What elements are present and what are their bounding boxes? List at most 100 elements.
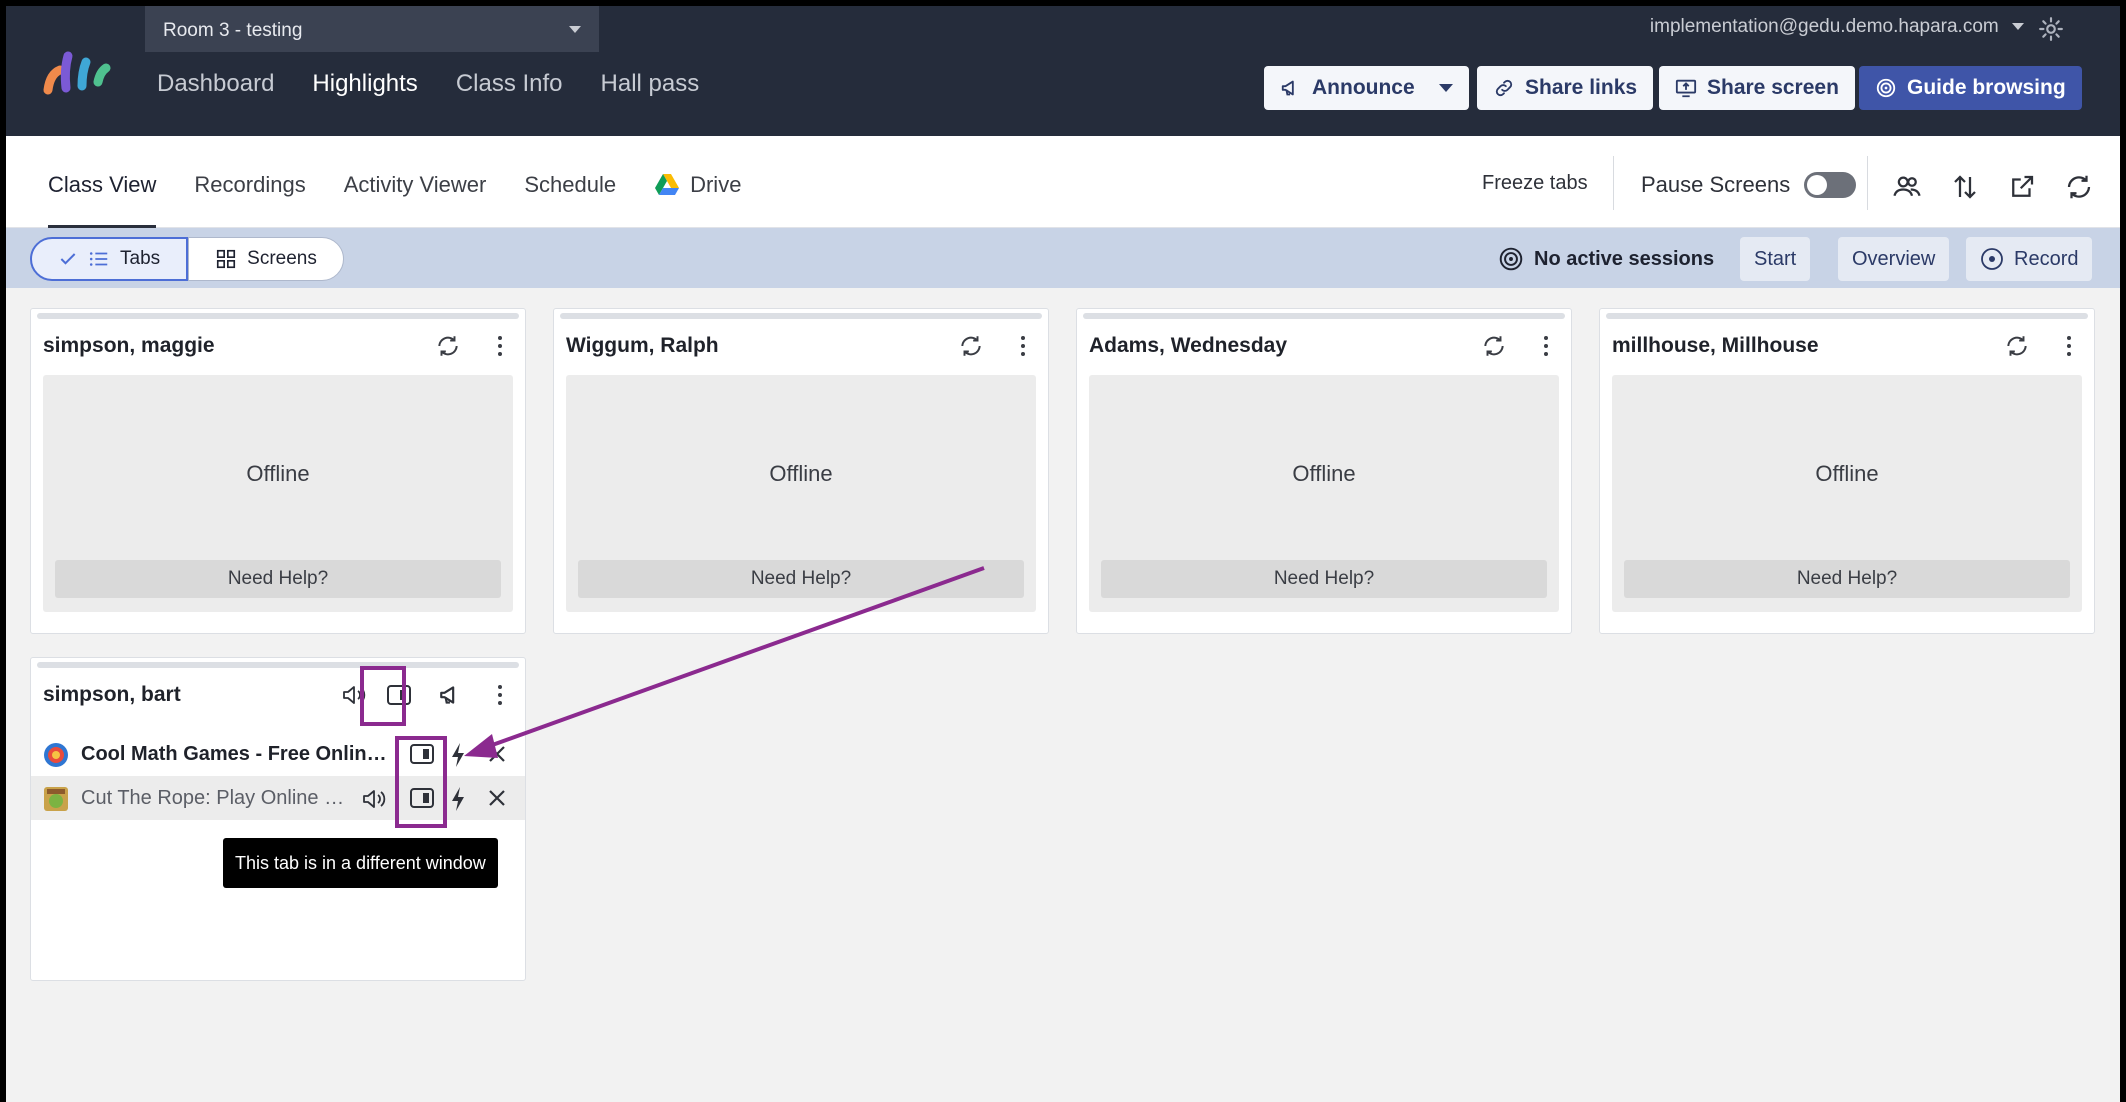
cool-math-favicon-icon bbox=[44, 743, 68, 767]
offline-status: Offline bbox=[246, 461, 310, 486]
freeze-tabs-button[interactable]: Freeze tabs bbox=[1482, 172, 1588, 195]
screen-preview: Offline Need Help? bbox=[566, 375, 1036, 612]
card-status-bar bbox=[560, 313, 1042, 319]
tabs-view-button[interactable]: Tabs bbox=[30, 237, 189, 281]
refresh-icon[interactable] bbox=[2004, 333, 2030, 359]
guide-browsing-button[interactable]: Guide browsing bbox=[1859, 66, 2082, 110]
pause-screens-toggle[interactable] bbox=[1804, 172, 1857, 198]
student-name[interactable]: simpson, maggie bbox=[43, 334, 215, 358]
session-status: No active sessions bbox=[1498, 246, 1714, 272]
tab-drive-label: Drive bbox=[690, 172, 742, 197]
cut-the-rope-favicon-icon bbox=[44, 787, 68, 811]
need-help-button[interactable]: Need Help? bbox=[1624, 560, 2070, 598]
tab-title[interactable]: Cool Math Games - Free Online Games bbox=[81, 743, 396, 766]
overview-label: Overview bbox=[1852, 247, 1936, 270]
start-label: Start bbox=[1754, 247, 1797, 270]
top-bar: Room 3 - testing Dashboard Highlights Cl… bbox=[6, 6, 2120, 136]
more-options-icon[interactable] bbox=[497, 335, 503, 357]
share-links-label: Share links bbox=[1525, 76, 1638, 99]
pause-screens-label: Pause Screens bbox=[1641, 172, 1791, 197]
student-name[interactable]: millhouse, Millhouse bbox=[1612, 334, 1819, 358]
speaker-icon[interactable] bbox=[361, 786, 389, 812]
tab-drive[interactable]: Drive bbox=[654, 172, 741, 228]
need-help-button[interactable]: Need Help? bbox=[1101, 560, 1547, 598]
share-links-button[interactable]: Share links bbox=[1477, 66, 1654, 110]
refresh-icon[interactable] bbox=[1481, 333, 1507, 359]
account-menu[interactable]: implementation@gedu.demo.hapara.com bbox=[1650, 16, 2024, 38]
screen-preview: Offline Need Help? bbox=[1612, 375, 2082, 612]
lightning-icon[interactable] bbox=[449, 786, 467, 812]
close-icon[interactable] bbox=[487, 788, 507, 808]
refresh-icon[interactable] bbox=[2064, 172, 2094, 202]
guide-browsing-label: Guide browsing bbox=[1907, 76, 2066, 99]
student-card: simpson, maggie Offline Need Help? bbox=[30, 308, 526, 634]
session-status-label: No active sessions bbox=[1534, 247, 1715, 270]
announce-button[interactable]: Announce bbox=[1264, 66, 1469, 110]
browser-tab-row[interactable]: Cool Math Games - Free Online Games bbox=[31, 732, 525, 776]
filter-bar: Tabs Screens No active sessions Start Ov… bbox=[6, 228, 2120, 288]
chevron-down-icon bbox=[569, 26, 581, 33]
megaphone-icon[interactable] bbox=[437, 682, 465, 708]
app-window: Room 3 - testing Dashboard Highlights Cl… bbox=[6, 6, 2120, 1102]
offline-status: Offline bbox=[1815, 461, 1879, 486]
browser-tab-row[interactable]: Cut The Rope: Play Online For Free bbox=[31, 776, 525, 820]
screen-preview: Offline Need Help? bbox=[43, 375, 513, 612]
nav-class-info[interactable]: Class Info bbox=[456, 70, 563, 98]
tab-schedule[interactable]: Schedule bbox=[524, 172, 616, 228]
record-button[interactable]: Record bbox=[1966, 237, 2093, 281]
student-name[interactable]: Wiggum, Ralph bbox=[566, 334, 719, 358]
more-options-icon[interactable] bbox=[1543, 335, 1549, 357]
record-label: Record bbox=[2014, 247, 2079, 270]
more-options-icon[interactable] bbox=[497, 684, 503, 706]
nav-hall-pass[interactable]: Hall pass bbox=[601, 70, 700, 98]
tabs-view-label: Tabs bbox=[120, 248, 161, 269]
student-card: Wiggum, Ralph Offline Need Help? bbox=[553, 308, 1049, 634]
offline-status: Offline bbox=[769, 461, 833, 486]
overview-button[interactable]: Overview bbox=[1838, 237, 1950, 281]
view-toggle: Tabs Screens bbox=[30, 237, 344, 281]
chevron-down-icon bbox=[2012, 23, 2024, 31]
chevron-down-icon bbox=[1438, 84, 1453, 92]
tab-class-view[interactable]: Class View bbox=[48, 172, 157, 228]
sort-icon[interactable] bbox=[1950, 172, 1980, 202]
view-tabs: Class View Recordings Activity Viewer Sc… bbox=[48, 172, 741, 228]
list-icon bbox=[89, 252, 108, 266]
main-nav: Dashboard Highlights Class Info Hall pas… bbox=[157, 70, 699, 98]
tab-activity-viewer[interactable]: Activity Viewer bbox=[344, 172, 487, 228]
tab-recordings[interactable]: Recordings bbox=[194, 172, 305, 228]
open-external-icon[interactable] bbox=[2007, 172, 2037, 202]
student-card: Adams, Wednesday Offline Need Help? bbox=[1076, 308, 1572, 634]
group-icon[interactable] bbox=[1892, 172, 1922, 202]
student-name[interactable]: Adams, Wednesday bbox=[1089, 334, 1287, 358]
link-icon bbox=[1495, 79, 1513, 97]
refresh-icon[interactable] bbox=[435, 333, 461, 359]
screens-view-button[interactable]: Screens bbox=[188, 237, 344, 281]
tooltip: This tab is in a different window bbox=[223, 838, 498, 888]
more-options-icon[interactable] bbox=[2066, 335, 2072, 357]
gear-icon[interactable] bbox=[2038, 16, 2064, 42]
close-icon[interactable] bbox=[487, 744, 507, 764]
grid-icon bbox=[217, 249, 236, 269]
annotation-highlight-box bbox=[360, 666, 406, 726]
share-screen-label: Share screen bbox=[1707, 76, 1839, 99]
lightning-icon[interactable] bbox=[449, 742, 467, 768]
pause-screens-control[interactable]: Pause Screens bbox=[1641, 172, 1857, 198]
divider bbox=[1867, 156, 1868, 210]
refresh-icon[interactable] bbox=[958, 333, 984, 359]
need-help-button[interactable]: Need Help? bbox=[55, 560, 501, 598]
room-selector[interactable]: Room 3 - testing bbox=[145, 6, 599, 52]
screen-preview: Offline Need Help? bbox=[1089, 375, 1559, 612]
share-screen-button[interactable]: Share screen bbox=[1659, 66, 1855, 110]
hapara-logo[interactable] bbox=[40, 50, 112, 98]
more-options-icon[interactable] bbox=[1020, 335, 1026, 357]
tab-title[interactable]: Cut The Rope: Play Online For Free bbox=[81, 787, 351, 810]
nav-highlights[interactable]: Highlights bbox=[312, 70, 417, 98]
student-card: millhouse, Millhouse Offline Need Help? bbox=[1599, 308, 2095, 634]
account-email: implementation@gedu.demo.hapara.com bbox=[1649, 16, 1999, 37]
nav-dashboard[interactable]: Dashboard bbox=[157, 70, 274, 98]
share-screen-icon bbox=[1675, 79, 1697, 98]
student-name[interactable]: simpson, bart bbox=[43, 683, 181, 707]
need-help-button[interactable]: Need Help? bbox=[578, 560, 1024, 598]
card-status-bar bbox=[1606, 313, 2088, 319]
start-session-button[interactable]: Start bbox=[1740, 237, 1811, 281]
